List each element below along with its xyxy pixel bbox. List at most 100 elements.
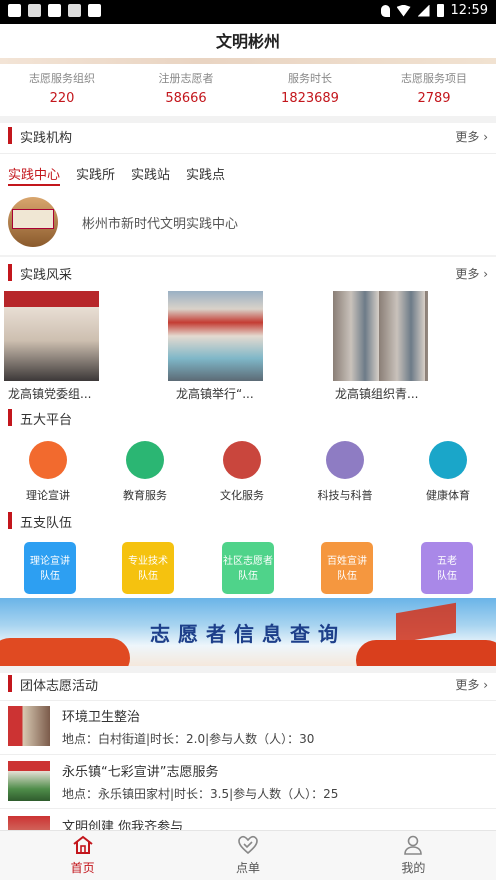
fan-icon <box>223 441 261 479</box>
stat-label: 服务时长 <box>288 72 332 85</box>
app-header: 文明彬州 <box>0 24 496 60</box>
team-label-line2: 队伍 <box>238 571 258 582</box>
photo-caption[interactable]: 龙高镇党委组... <box>8 385 91 402</box>
platform-science[interactable]: 科技与科普 <box>305 441 385 503</box>
section-accent <box>8 512 12 529</box>
practice-tabs: 实践中心 实践所 实践站 实践点 <box>8 164 225 183</box>
app-icon-2 <box>88 4 101 17</box>
team-professional[interactable]: 专业技术 队伍 <box>122 542 174 594</box>
photo-caption[interactable]: 龙高镇组织青... <box>335 385 418 402</box>
stat-projects: 志愿服务项目 2789 <box>372 70 496 116</box>
platform-lecture[interactable]: 理论宣讲 <box>8 441 88 503</box>
stat-value: 58666 <box>165 91 207 106</box>
more-label: 更多 <box>455 267 480 281</box>
activity-item[interactable]: 永乐镇“七彩宣讲”志愿服务 地点：永乐镇田家村|时长：3.5|参与人数（人）：2… <box>0 755 496 807</box>
notification-icon <box>8 4 21 17</box>
more-link[interactable]: 更多 › <box>455 265 488 282</box>
tab-practice-point[interactable]: 实践点 <box>186 164 225 183</box>
more-label: 更多 <box>455 130 480 144</box>
stat-label: 志愿服务组织 <box>29 72 95 85</box>
divider <box>0 153 496 154</box>
team-label-line1: 专业技术 <box>128 556 168 567</box>
platform-label: 科技与科普 <box>317 489 373 502</box>
order-icon <box>237 835 259 855</box>
stat-organizations: 志愿服务组织 220 <box>0 70 124 116</box>
activity-item[interactable]: 环境卫生整治 地点：白村街道|时长：2.0|参与人数（人）：30 <box>0 700 496 752</box>
nav-mine[interactable]: 我的 <box>331 831 496 880</box>
lecture-icon <box>29 441 67 479</box>
stat-value: 1823689 <box>281 91 339 106</box>
stat-hours: 服务时长 1823689 <box>248 70 372 116</box>
activity-thumbnail <box>8 706 50 746</box>
team-label-line1: 百姓宣讲 <box>327 556 367 567</box>
runner-icon <box>429 441 467 479</box>
platform-label: 理论宣讲 <box>26 489 70 502</box>
platform-health[interactable]: 健康体育 <box>408 441 488 503</box>
org-list-item[interactable]: 彬州市新时代文明实践中心 <box>8 197 488 247</box>
book-icon <box>126 441 164 479</box>
chevron-right-icon: › <box>483 678 488 692</box>
section-platforms-header: 五大平台 <box>0 402 496 434</box>
user-icon <box>402 835 424 855</box>
location-icon <box>380 4 390 17</box>
bottom-nav: 首页 点单 我的 <box>0 830 496 880</box>
nav-label: 首页 <box>70 861 95 875</box>
tab-practice-institute[interactable]: 实践所 <box>76 164 115 183</box>
activity-meta: 地点：白村街道|时长：2.0|参与人数（人）：30 <box>62 732 315 746</box>
download-icon <box>68 4 81 17</box>
nav-order[interactable]: 点单 <box>165 831 330 880</box>
platform-label: 教育服务 <box>123 489 167 502</box>
status-bar: 12:59 <box>0 0 496 24</box>
team-public-lecture[interactable]: 百姓宣讲 队伍 <box>321 542 373 594</box>
stat-value: 220 <box>49 91 75 106</box>
team-label-line2: 队伍 <box>40 571 60 582</box>
team-label-line2: 队伍 <box>138 571 158 582</box>
section-teams-header: 五支队伍 <box>0 505 496 537</box>
org-name: 彬州市新时代文明实践中心 <box>82 217 239 232</box>
nav-home[interactable]: 首页 <box>0 831 165 880</box>
section-title: 五大平台 <box>20 413 73 428</box>
platform-culture[interactable]: 文化服务 <box>202 441 282 503</box>
active-tab-indicator <box>8 184 60 186</box>
section-activities-header: 团体志愿活动 更多 › <box>0 668 496 700</box>
signal-icon <box>417 4 430 17</box>
section-accent <box>8 409 12 426</box>
nav-label: 点单 <box>235 861 260 875</box>
section-practice-style-header: 实践风采 更多 › <box>0 257 496 289</box>
battery-icon <box>436 4 444 17</box>
team-theory-lecture[interactable]: 理论宣讲 队伍 <box>24 542 76 594</box>
home-icon <box>72 835 94 855</box>
photo-thumbnail[interactable] <box>168 291 263 381</box>
activity-title: 环境卫生整治 <box>62 710 141 725</box>
more-link[interactable]: 更多 › <box>455 128 488 145</box>
team-elders[interactable]: 五老 队伍 <box>421 542 473 594</box>
volunteer-query-banner[interactable]: 志愿者信息查询 <box>0 598 496 666</box>
platform-label: 文化服务 <box>220 489 264 502</box>
app-icon <box>48 4 61 17</box>
section-accent <box>8 264 12 281</box>
photo-thumbnail[interactable] <box>333 291 428 381</box>
status-time: 12:59 <box>450 3 488 18</box>
tab-practice-station[interactable]: 实践站 <box>131 164 170 183</box>
top-banner-strip <box>0 58 496 64</box>
nav-label: 我的 <box>401 861 426 875</box>
photo-caption[interactable]: 龙高镇举行“... <box>176 385 254 402</box>
activity-title: 永乐镇“七彩宣讲”志愿服务 <box>62 765 219 780</box>
section-title: 团体志愿活动 <box>20 679 99 694</box>
tab-practice-center[interactable]: 实践中心 <box>8 164 60 183</box>
science-icon <box>326 441 364 479</box>
platform-education[interactable]: 教育服务 <box>105 441 185 503</box>
platform-label: 健康体育 <box>426 489 470 502</box>
team-label-line2: 队伍 <box>437 571 457 582</box>
wifi-icon <box>396 4 411 17</box>
stats-row: 志愿服务组织 220 注册志愿者 58666 服务时长 1823689 志愿服务… <box>0 70 496 116</box>
team-label-line1: 五老 <box>437 556 457 567</box>
qr-icon <box>28 4 41 17</box>
section-title: 五支队伍 <box>20 516 73 531</box>
team-community[interactable]: 社区志愿者 队伍 <box>222 542 274 594</box>
page-title: 文明彬州 <box>215 32 280 51</box>
section-accent <box>8 127 12 144</box>
photo-thumbnail[interactable] <box>4 291 99 381</box>
more-link[interactable]: 更多 › <box>455 676 488 693</box>
team-label-line1: 理论宣讲 <box>30 556 70 567</box>
